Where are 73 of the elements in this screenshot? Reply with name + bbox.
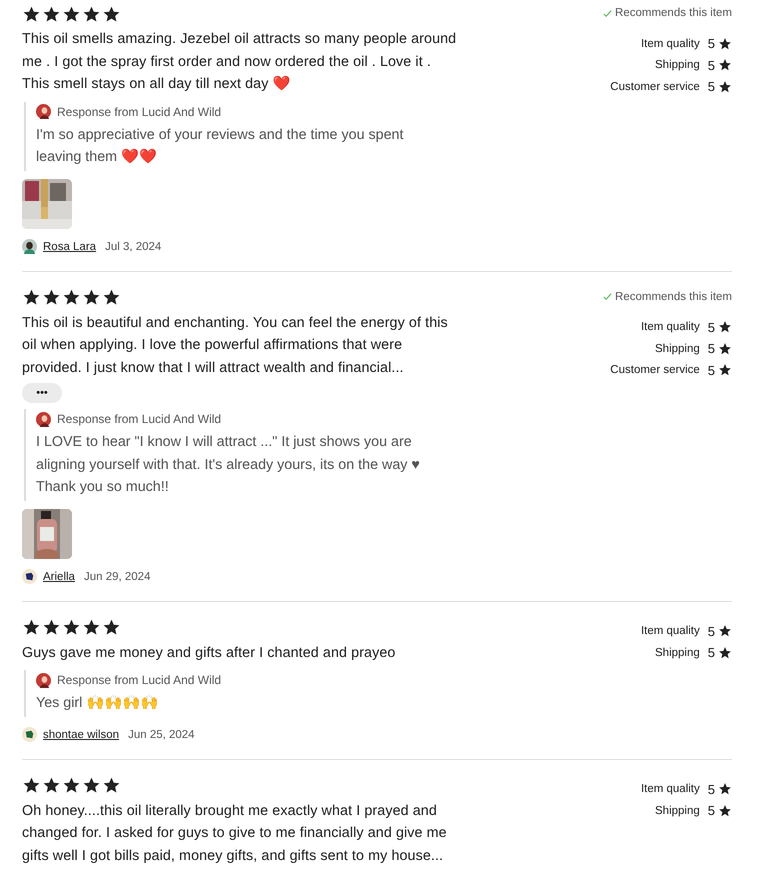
response-text: I'm so appreciative of your reviews and the time you spent leaving them ❤❤ <box>36 126 404 167</box>
rating-value: 5 <box>708 36 715 52</box>
star-icon <box>102 288 121 307</box>
star-icon <box>82 776 101 795</box>
star-icon <box>42 618 61 637</box>
star-icon <box>62 288 81 307</box>
more-button[interactable]: ••• <box>22 383 62 403</box>
rating-value: 5 <box>708 58 715 73</box>
rating-label: Shipping <box>655 342 700 355</box>
response-title: Response from Lucid And Wild <box>57 412 222 426</box>
star-icon <box>82 618 101 637</box>
star-icon <box>718 363 732 378</box>
star-icon <box>82 4 101 24</box>
review-date: Jun 29, 2024 <box>84 570 150 582</box>
reviewer-name-link[interactable]: Rosa Lara <box>43 240 96 252</box>
recommends-label: Recommends this item <box>615 290 732 302</box>
star-icon <box>718 782 732 796</box>
star-icon <box>62 618 81 637</box>
star-icon <box>42 288 61 307</box>
rating-label: Shipping <box>655 59 700 72</box>
star-icon <box>42 776 61 795</box>
rating-value: 5 <box>708 645 715 660</box>
rating-label: Item quality <box>640 625 700 638</box>
star-icon <box>102 618 121 637</box>
rating-label: Item quality <box>640 783 700 796</box>
review-text: This oil smells amazing. Jezebel oil attracts so many people around me . I got the spray first order and now ordered the oil . Love it . This smell stays on all day till next day ❤ <box>22 30 458 94</box>
rating-label: Item quality <box>640 321 700 334</box>
rating-value: 5 <box>708 79 715 94</box>
rating-label: Shipping <box>655 646 700 659</box>
checkmark-icon <box>603 292 612 301</box>
avatar-icon <box>22 569 37 584</box>
star-icon <box>718 58 732 72</box>
response-title: Response from Lucid And Wild <box>57 104 222 118</box>
star-icon <box>62 776 81 795</box>
star-icon <box>718 36 732 51</box>
star-icon <box>62 4 81 24</box>
review-text: Guys gave me money and gifts after I chanted and prayeo <box>22 644 396 662</box>
rating-label: Customer service <box>610 80 700 93</box>
rating-value: 5 <box>708 362 715 378</box>
rating-label: Item quality <box>640 38 700 50</box>
review-date: Jun 25, 2024 <box>128 728 195 740</box>
review-date: Jul 3, 2024 <box>105 240 162 252</box>
rating-label: Customer service <box>610 364 700 376</box>
rating-value: 5 <box>708 320 715 335</box>
star-icon <box>22 618 41 637</box>
rating-label: Shipping <box>655 804 700 817</box>
reviewer-name-link[interactable]: shontae wilson <box>43 728 120 740</box>
star-icon <box>22 776 41 795</box>
star-icon <box>718 320 732 334</box>
star-icon <box>718 80 732 94</box>
star-icon <box>102 4 121 24</box>
checkmark-icon <box>603 8 612 18</box>
star-icon <box>42 4 61 24</box>
review-text: Oh honey....this oil literally brought me exactly what I prayed and changed for. I asked for guys to give to me financially and give me gifts well I got bills paid, money gifts, and gifts sent to my house... <box>22 802 448 866</box>
avatar-icon <box>22 727 37 742</box>
star-icon <box>718 342 732 356</box>
star-icon <box>718 624 732 638</box>
star-icon <box>22 4 41 24</box>
rating-value: 5 <box>708 624 715 639</box>
response-title: Response from Lucid And Wild <box>57 673 222 687</box>
rating-value: 5 <box>708 803 715 818</box>
star-icon <box>718 804 732 818</box>
star-icon <box>718 646 732 660</box>
star-icon <box>102 776 121 795</box>
review-text: This oil is beautiful and enchanting. You can feel the energy of this oil when applying. I love the powerful affirmations that were provided. I just know that I will attract wealth and financial... <box>22 314 449 378</box>
rating-value: 5 <box>708 782 715 797</box>
response-text: Yes girl 🙌🙌🙌🙌 <box>36 694 160 713</box>
response-text: I LOVE to hear "I know I will attract ..." It just shows you are aligning yourself with that. It's already yours, its on the way ♥ Thank you so much!! <box>36 433 421 497</box>
star-icon <box>22 288 41 307</box>
reviewer-name-link[interactable]: Ariella <box>43 570 75 582</box>
recommends-label: Recommends this item <box>615 7 732 19</box>
star-icon <box>82 288 101 307</box>
rating-value: 5 <box>708 341 715 356</box>
